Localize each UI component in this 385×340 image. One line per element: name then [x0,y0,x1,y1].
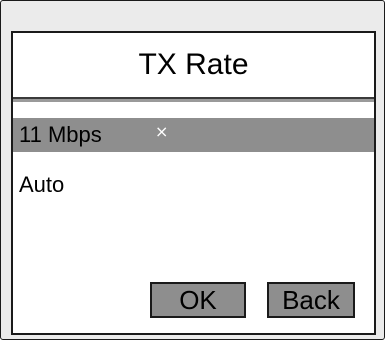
title-divider-shadow [13,99,374,102]
option-11-mbps[interactable]: 11 Mbps × [13,118,374,152]
option-label: Auto [19,172,65,197]
option-auto[interactable]: Auto [13,168,374,202]
option-label: 11 Mbps [19,122,102,147]
selected-marker-icon: × [155,122,169,141]
tx-rate-dialog: TX Rate 11 Mbps × Auto OK Back [11,31,376,335]
dialog-title: TX Rate [138,48,249,81]
back-button[interactable]: Back [267,282,355,318]
device-screen-frame: TX Rate 11 Mbps × Auto OK Back [0,0,385,340]
ok-button[interactable]: OK [150,282,246,318]
